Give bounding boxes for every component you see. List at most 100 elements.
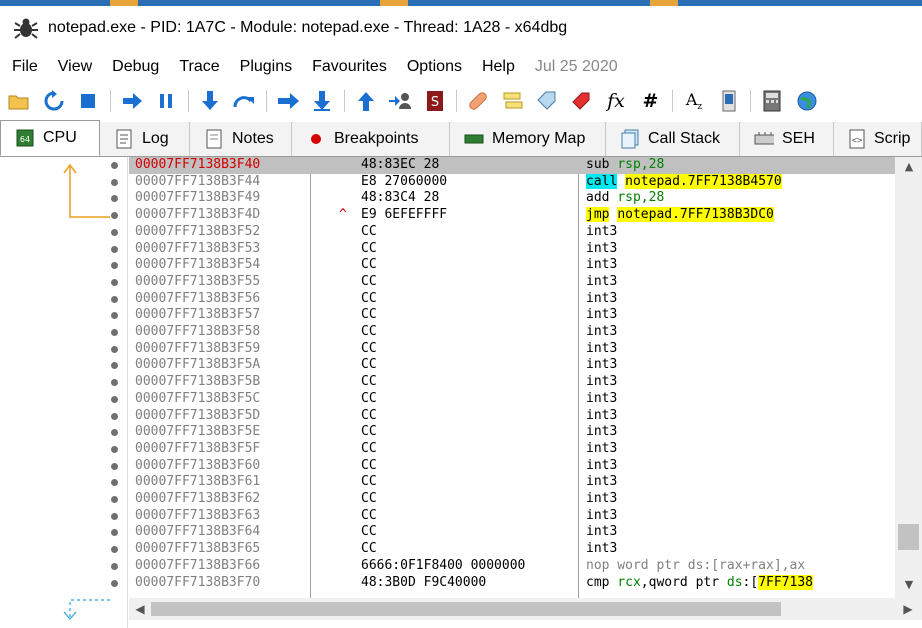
- trace-into-icon[interactable]: [275, 88, 301, 114]
- trace-over-icon[interactable]: [309, 88, 335, 114]
- restart-icon[interactable]: [41, 88, 67, 114]
- labels-icon[interactable]: [534, 88, 560, 114]
- step-into-icon[interactable]: [197, 88, 223, 114]
- pause-icon[interactable]: [153, 88, 179, 114]
- disasm-row[interactable]: 00007FF7138B3F57 CC int3: [129, 307, 895, 324]
- menu-favourites[interactable]: Favourites: [304, 58, 395, 76]
- horizontal-scrollbar[interactable]: ◀ ▶: [129, 598, 922, 620]
- scroll-left-icon[interactable]: ◀: [133, 602, 147, 616]
- vertical-scrollbar[interactable]: ▲ ▼: [895, 157, 922, 598]
- disasm-row[interactable]: 00007FF7138B3F63 CC int3: [129, 508, 895, 525]
- open-folder-icon[interactable]: [6, 88, 32, 114]
- disasm-row[interactable]: 00007FF7138B3F62 CC int3: [129, 491, 895, 508]
- menu-options[interactable]: Options: [399, 58, 470, 76]
- row-bytes: CC: [361, 240, 377, 256]
- disassembly-listing[interactable]: 00007FF7138B3F40 48:83EC 28 sub rsp,28 0000…: [129, 157, 895, 598]
- row-address: 00007FF7138B3F70: [135, 574, 261, 590]
- disasm-row[interactable]: 00007FF7138B3F4D ^ E9 6EFEFFFF jmp notepad.…: [129, 207, 895, 224]
- row-marker-dot[interactable]: [111, 462, 118, 470]
- row-marker-dot[interactable]: [111, 178, 118, 186]
- tab-breakpoints[interactable]: Breakpoints: [292, 122, 450, 156]
- stop-icon[interactable]: [75, 88, 101, 114]
- row-marker-dot[interactable]: [111, 278, 118, 286]
- disasm-row[interactable]: 00007FF7138B3F65 CC int3: [129, 541, 895, 558]
- memory-icon[interactable]: [716, 88, 742, 114]
- disassembly-view[interactable]: 00007FF7138B3F40 48:83EC 28 sub rsp,28 0000…: [0, 157, 922, 628]
- scylla-icon[interactable]: S: [422, 88, 448, 114]
- horizontal-scroll-thumb[interactable]: [151, 602, 781, 616]
- row-marker-dot[interactable]: [111, 295, 118, 303]
- tab-script[interactable]: <> Scrip: [834, 122, 922, 156]
- menu-debug[interactable]: Debug: [104, 58, 167, 76]
- disasm-row[interactable]: 00007FF7138B3F54 CC int3: [129, 257, 895, 274]
- row-marker-dot[interactable]: [111, 445, 118, 453]
- globe-icon[interactable]: [794, 88, 820, 114]
- bookmarks-icon[interactable]: [569, 88, 595, 114]
- row-marker-dot[interactable]: [111, 512, 118, 520]
- disasm-row[interactable]: 00007FF7138B3F61 CC int3: [129, 474, 895, 491]
- disasm-row[interactable]: 00007FF7138B3F5A CC int3: [129, 357, 895, 374]
- tab-log[interactable]: Log: [100, 122, 190, 156]
- disasm-row[interactable]: 00007FF7138B3F40 48:83EC 28 sub rsp,28: [129, 157, 895, 174]
- tab-notes[interactable]: Notes: [190, 122, 292, 156]
- row-marker-dot[interactable]: [111, 395, 118, 403]
- scroll-up-icon[interactable]: ▲: [903, 161, 915, 173]
- row-bytes: CC: [361, 257, 377, 273]
- disasm-row[interactable]: 00007FF7138B3F5F CC int3: [129, 441, 895, 458]
- row-marker-dot[interactable]: [111, 245, 118, 253]
- font-icon[interactable]: Az: [681, 88, 707, 114]
- disasm-row[interactable]: 00007FF7138B3F60 CC int3: [129, 458, 895, 475]
- comments-icon[interactable]: [500, 88, 526, 114]
- tab-call-stack[interactable]: Call Stack: [606, 122, 740, 156]
- row-marker-dot[interactable]: [111, 162, 118, 169]
- disasm-row[interactable]: 00007FF7138B3F64 CC int3: [129, 524, 895, 541]
- patch-icon[interactable]: [465, 88, 491, 114]
- disasm-row[interactable]: 00007FF7138B3F49 48:83C4 28 add rsp,28: [129, 190, 895, 207]
- scroll-right-icon[interactable]: ▶: [901, 602, 915, 616]
- disasm-row[interactable]: 00007FF7138B3F5C CC int3: [129, 391, 895, 408]
- menu-view[interactable]: View: [50, 58, 100, 76]
- menu-trace[interactable]: Trace: [171, 58, 227, 76]
- step-over-icon[interactable]: [231, 88, 257, 114]
- disasm-row[interactable]: 00007FF7138B3F55 CC int3: [129, 274, 895, 291]
- disasm-row[interactable]: 00007FF7138B3F5D CC int3: [129, 408, 895, 425]
- bug-icon: [14, 18, 38, 39]
- disasm-row[interactable]: 00007FF7138B3F5B CC int3: [129, 374, 895, 391]
- menu-plugins[interactable]: Plugins: [232, 58, 300, 76]
- row-marker-dot[interactable]: [111, 412, 118, 420]
- row-address: 00007FF7138B3F52: [135, 223, 261, 239]
- variables-icon[interactable]: #: [638, 88, 664, 114]
- disasm-row[interactable]: 00007FF7138B3F70 48:3B0D F9C40000 cmp rcx,…: [129, 574, 895, 592]
- disasm-row[interactable]: 00007FF7138B3F58 CC int3: [129, 324, 895, 341]
- scroll-down-icon[interactable]: ▼: [903, 579, 915, 591]
- tab-cpu[interactable]: 64 CPU: [0, 120, 100, 156]
- row-marker-dot[interactable]: [111, 496, 118, 503]
- disasm-row[interactable]: 00007FF7138B3F52 CC int3: [129, 224, 895, 241]
- run-to-user-code-icon[interactable]: [387, 88, 413, 114]
- vertical-scroll-thumb[interactable]: [898, 524, 919, 550]
- disasm-row[interactable]: 00007FF7138B3F59 CC int3: [129, 341, 895, 358]
- row-mnemonic: jmp: [586, 207, 610, 223]
- row-marker-dot[interactable]: [111, 329, 118, 336]
- disasm-row[interactable]: 00007FF7138B3F5E CC int3: [129, 424, 895, 441]
- disasm-row[interactable]: 00007FF7138B3F44 E8 27060000 call notepad.…: [129, 173, 895, 191]
- menu-file[interactable]: File: [4, 58, 46, 76]
- row-instruction: int3: [586, 474, 617, 491]
- row-marker-dot[interactable]: [111, 228, 118, 236]
- execute-till-return-icon[interactable]: [353, 88, 379, 114]
- tab-seh[interactable]: SEH: [740, 122, 834, 156]
- functions-icon[interactable]: fx: [603, 88, 629, 114]
- row-marker-dot[interactable]: [111, 579, 118, 587]
- menu-help[interactable]: Help: [474, 58, 523, 76]
- row-bytes: CC: [361, 407, 377, 423]
- calculator-icon[interactable]: [759, 88, 785, 114]
- tab-memory-map[interactable]: Memory Map: [450, 122, 606, 156]
- row-address: 00007FF7138B3F63: [135, 507, 261, 523]
- disasm-row[interactable]: 00007FF7138B3F53 CC int3: [129, 241, 895, 258]
- row-marker-dot[interactable]: [111, 345, 118, 353]
- run-icon[interactable]: [119, 88, 145, 114]
- tab-seh-label: SEH: [782, 130, 815, 147]
- disasm-row[interactable]: 00007FF7138B3F66 6666:0F1F8400 0000000 nop…: [129, 558, 895, 575]
- row-marker-dot[interactable]: [111, 562, 118, 570]
- disasm-row[interactable]: 00007FF7138B3F56 CC int3: [129, 291, 895, 308]
